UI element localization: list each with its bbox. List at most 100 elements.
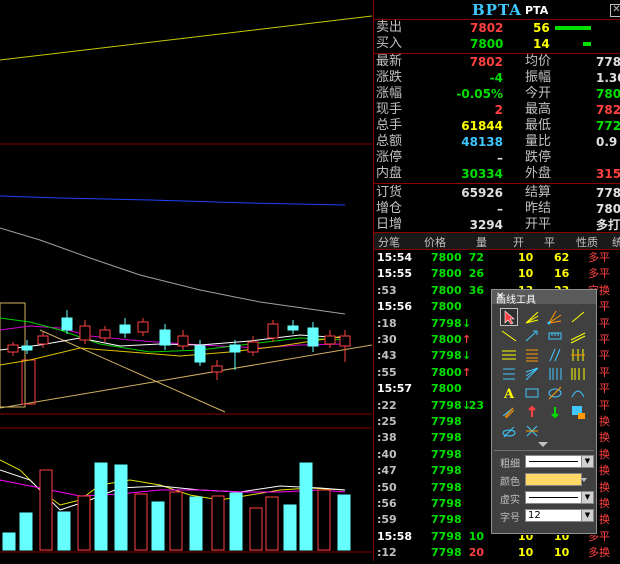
chevron-down-icon[interactable]: ▼ <box>581 455 594 468</box>
color-select[interactable] <box>525 473 582 486</box>
tick-time: :43 <box>377 349 397 363</box>
toolbox-titlebar[interactable]: 画线工具 ✕ <box>492 290 596 306</box>
tick-price: 7798 <box>431 464 462 478</box>
dash-select[interactable] <box>525 491 582 504</box>
time-zone-tool-icon[interactable] <box>570 366 586 382</box>
volume-bar <box>2 532 16 551</box>
down-arrow-tool-icon[interactable] <box>547 404 563 420</box>
volume-bar <box>114 464 128 551</box>
quote-value: 780 <box>596 87 620 101</box>
tick-price: 7798 <box>431 480 462 494</box>
divider <box>494 450 594 451</box>
kline-chart[interactable] <box>0 0 373 561</box>
quote-value: 3294 <box>469 218 503 232</box>
volume-bar <box>189 496 203 551</box>
fontsize-select[interactable]: 12 <box>525 509 582 522</box>
volume-bar <box>77 495 91 551</box>
quote-label: 最高 <box>525 102 552 117</box>
tick-type: 多平 <box>588 251 610 264</box>
quote-row: 订货 65926 结算 778 <box>374 185 620 201</box>
thickness-select[interactable] <box>525 455 582 468</box>
grid-tool-icon[interactable] <box>501 366 517 382</box>
arc-tool-icon[interactable] <box>570 385 586 401</box>
tick-time: :30 <box>377 333 397 346</box>
pencil-tool-icon[interactable] <box>501 404 517 420</box>
candle <box>247 341 259 353</box>
thickness-label: 粗细 <box>500 459 520 470</box>
col-header: 价格 <box>424 236 446 249</box>
volume-bars <box>2 462 351 551</box>
tick-price: 7800 <box>431 382 462 396</box>
candle <box>159 329 171 346</box>
ellipse-tool-icon[interactable] <box>547 385 563 401</box>
drawing-toolbox[interactable]: 画线工具 ✕ A 粗细 ▼ 颜色 虚实 ▼ 字号 12 ▼ <box>491 289 597 534</box>
line-tool-icon[interactable] <box>501 328 517 344</box>
candle <box>21 359 36 405</box>
up-arrow-tool-icon[interactable] <box>524 404 540 420</box>
chevron-down-icon[interactable] <box>581 478 587 482</box>
color-label: 颜色 <box>500 477 520 488</box>
volume-bar <box>19 512 33 551</box>
rect-tool-icon[interactable] <box>524 385 540 401</box>
tick-type: 多平 <box>588 267 610 281</box>
gann-tool-icon[interactable] <box>524 366 540 382</box>
close-icon[interactable]: ✕ <box>610 4 620 17</box>
text-tool-icon[interactable]: A <box>501 385 517 401</box>
tick-price: 7798 <box>431 415 462 428</box>
arrow-line-tool-icon[interactable] <box>524 328 540 344</box>
quote-label: 结算 <box>525 185 552 200</box>
col-header: 统 <box>612 236 620 249</box>
tick-time: 15:57 <box>377 382 413 396</box>
quote-value: 48138 <box>461 135 503 149</box>
tick-time: :56 <box>377 497 397 510</box>
segment-tool-icon[interactable] <box>570 309 586 325</box>
chevron-down-icon[interactable]: ▼ <box>581 509 594 522</box>
quote-row: 增仓 – 昨结 780 <box>374 201 620 217</box>
quote-label: 内盘 <box>376 166 403 181</box>
volume-bar <box>211 495 225 551</box>
ruler-tool-icon[interactable] <box>547 328 563 344</box>
quote-row: 现手 2 最高 782 <box>374 102 620 118</box>
trendline-down[interactable] <box>39 329 226 413</box>
candle <box>211 365 223 373</box>
close-icon[interactable]: ✕ <box>496 291 592 302</box>
tick-row[interactable]: 15:54 7800 72 10 62 多平 <box>374 250 620 266</box>
tick-row[interactable]: :12 7798 20 10 10 多换 <box>374 545 620 561</box>
flag-tool-icon[interactable] <box>570 404 586 420</box>
parallel-tool-icon[interactable] <box>547 347 563 363</box>
cursor-tool-icon[interactable] <box>500 308 518 326</box>
fan-lines-tool-icon[interactable] <box>547 309 563 325</box>
delete-tool-icon[interactable] <box>524 423 540 439</box>
tick-row[interactable]: 15:55 7800 26 10 16 多平 <box>374 266 620 282</box>
hline-tool-icon[interactable] <box>501 347 517 363</box>
tick-close: 10 <box>554 546 570 560</box>
volume-bar <box>337 494 351 551</box>
tick-volume: 36 <box>468 283 484 297</box>
chevron-down-icon[interactable] <box>538 442 548 447</box>
candle <box>307 327 319 347</box>
volume-bar <box>299 462 313 551</box>
tick-open: 10 <box>518 546 534 560</box>
quote-value: – <box>497 202 503 216</box>
cycle-tool-icon[interactable] <box>547 366 563 382</box>
ray-fan-tool-icon[interactable] <box>524 309 540 325</box>
channel-tool-icon[interactable] <box>570 328 586 344</box>
product-label: PTA <box>525 4 549 17</box>
trendline-up[interactable] <box>0 344 373 409</box>
candle <box>339 335 351 347</box>
candle <box>137 321 149 333</box>
chevron-down-icon[interactable]: ▼ <box>581 491 594 504</box>
quote-value: 782 <box>596 103 620 117</box>
quote-row: 涨停 – 跌停 <box>374 150 620 166</box>
col-header: 开 <box>513 236 524 249</box>
quote-row: 涨幅 -0.05% 今开 780 <box>374 86 620 102</box>
fib-tool-icon[interactable] <box>524 347 540 363</box>
chart-canvas[interactable] <box>0 0 373 561</box>
trendline-top[interactable] <box>0 15 373 61</box>
eraser-tool-icon[interactable] <box>501 423 517 439</box>
candle <box>267 323 279 339</box>
quote-value: 0.9 <box>596 135 618 149</box>
col-header: 量 <box>476 236 487 249</box>
ma-gray <box>0 227 346 315</box>
vline-tool-icon[interactable] <box>570 347 586 363</box>
